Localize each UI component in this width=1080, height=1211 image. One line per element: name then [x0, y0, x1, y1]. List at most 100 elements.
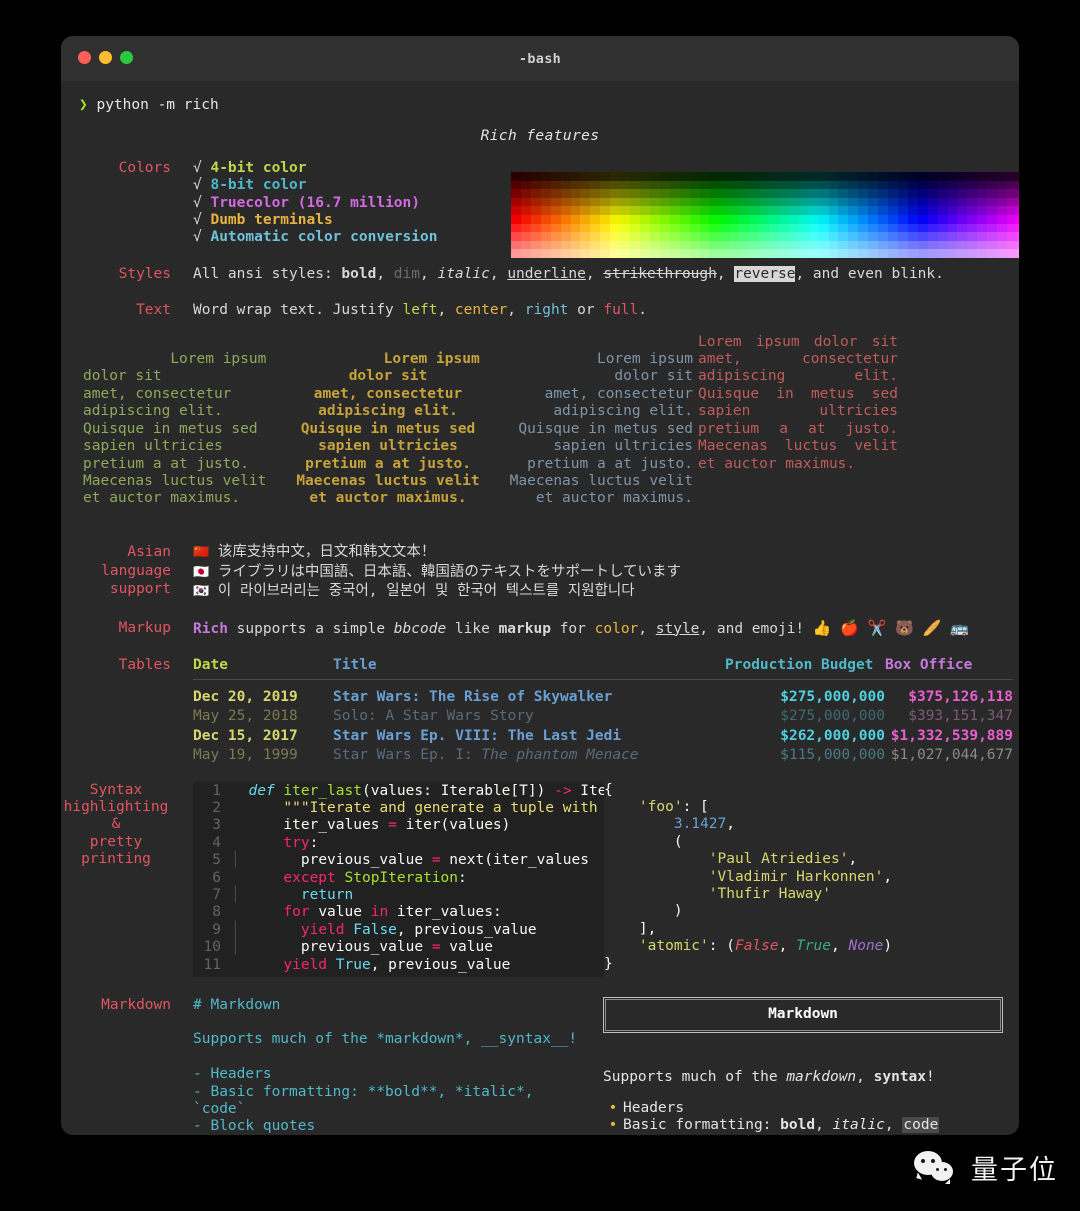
code-line: 8 for value in iter_values:	[193, 904, 604, 921]
code-line: 5 │ previous_value = next(iter_values	[193, 852, 604, 869]
styles-line: All ansi styles: bold, dim, italic, unde…	[193, 265, 944, 282]
section-label-colors: Colors	[118, 159, 171, 176]
markup-color-word: color	[594, 620, 639, 637]
line-number: 11	[203, 956, 221, 973]
code-text: previous_value = value	[300, 939, 493, 956]
styles-tail: , and even blink.	[795, 265, 944, 282]
lorem-column-left: Lorem ipsum dolor sit amet, consectetur ad…	[83, 351, 276, 507]
code-text: yield False, previous_value	[300, 921, 537, 938]
color-item-label: Truecolor (16.7 million)	[210, 194, 420, 211]
section-styles: Styles All ansi styles: bold, dim, itali…	[61, 265, 1019, 283]
code-text: except StopIteration:	[283, 869, 467, 886]
code-text: try:	[283, 834, 319, 851]
pretty-line: (	[604, 833, 683, 850]
lorem-line: Lorem ipsum dolor sit	[698, 333, 898, 350]
markdown-rendered: Markdown Supports much of the markdown, …	[603, 996, 1003, 1135]
cell-title: Solo: A Star Wars Story	[333, 708, 534, 725]
color-item-label: Automatic color conversion	[210, 229, 438, 246]
column-header-date[interactable]: Date	[193, 657, 333, 681]
code-text: def iter_last(values: Iterable[T]) -> It…	[248, 782, 604, 799]
flag-cn-icon: 🇨🇳	[193, 545, 210, 561]
maximize-button[interactable]	[120, 51, 133, 64]
lorem-line: Maecenas luctus velit	[698, 438, 898, 455]
section-label-asian: Asian language support	[101, 544, 171, 598]
rich-features-title: Rich features	[480, 128, 600, 145]
lorem-line: et auctor maximus.	[698, 455, 856, 472]
emoji-scissors-icon: ✂️	[867, 618, 887, 637]
emoji-bear-icon: 🐻	[895, 618, 914, 637]
lorem-line: amet, consectetur	[698, 351, 898, 368]
markup-line: Rich supports a simple bbcode like marku…	[193, 618, 969, 637]
watermark-text: 量子位	[971, 1155, 1058, 1186]
code-line: 9 │ yield False, previous_value	[193, 922, 604, 939]
code-line: 6 except StopIteration:	[193, 870, 604, 887]
gradient-row	[511, 223, 1019, 233]
justify-right: right	[524, 302, 569, 319]
section-syntax-highlighting: Syntax highlighting & pretty printing 1 …	[61, 781, 1019, 977]
gradient-row	[511, 180, 1019, 190]
gradient-row	[511, 214, 1019, 224]
traffic-lights	[78, 51, 133, 64]
code-block[interactable]: 1 def iter_last(values: Iterable[T]) -> …	[193, 781, 604, 977]
title-bar: -bash	[61, 36, 1019, 81]
text-line: Word wrap text. Justify left, center, ri…	[193, 302, 647, 319]
gradient-row	[511, 249, 1019, 258]
list-item: • Basic formatting: bold, italic, code	[603, 1117, 1003, 1134]
gradient-row	[511, 189, 1019, 198]
emoji-apple-icon: 🍎	[840, 618, 860, 637]
text-intro: Word wrap text. Justify	[193, 302, 403, 319]
line-number: 2	[212, 799, 221, 816]
column-header-production-budget[interactable]: Production Budget	[725, 657, 885, 681]
column-header-title[interactable]: Title	[333, 657, 725, 681]
pretty-line: }	[604, 955, 613, 972]
cell-title: Star Wars: The Rise of Skywalker	[333, 688, 613, 705]
bullet-icon: •	[608, 1117, 618, 1134]
close-button[interactable]	[78, 51, 91, 64]
cell-date: Dec 20, 2019	[193, 688, 298, 705]
line-number: 8	[212, 904, 221, 921]
bullet-icon: •	[608, 1099, 618, 1116]
asian-line-ja: 🇯🇵 ライブラリは中国語、日本語、韓国語のテキストをサポートしています	[193, 563, 682, 580]
cell-box-office: $393,151,347	[908, 708, 1013, 725]
gradient-row	[511, 206, 1019, 215]
lorem-column-right: Lorem ipsum dolor sit amet, consectetur ad…	[509, 351, 702, 507]
text-period: .	[638, 302, 647, 319]
cell-title: Star Wars Ep. I: The phantom Menace	[333, 747, 639, 764]
markup-rich: Rich	[193, 620, 228, 637]
line-number: 3	[212, 817, 221, 834]
flag-kr-icon: 🇰🇷	[193, 584, 210, 600]
section-label-tables: Tables	[118, 657, 171, 674]
cell-box-office: $1,027,044,677	[890, 747, 1013, 764]
section-markdown: Markdown # Markdown Supports much of the…	[61, 996, 1019, 1135]
cell-box-office: $375,126,118	[908, 688, 1013, 705]
section-label-syntax: Syntax highlighting & pretty printing	[63, 781, 169, 868]
prompt-line: ❯ python -m rich	[61, 89, 1019, 114]
style-strikethrough: strikethrough	[603, 265, 717, 282]
code-line: 10 │ previous_value = value	[193, 939, 604, 956]
lorem-line: sapien ultricies	[698, 403, 898, 420]
section-label-markup: Markup	[118, 619, 171, 636]
lorem-line: Quisque in metus sed	[698, 385, 898, 402]
minimize-button[interactable]	[99, 51, 112, 64]
gradient-row	[511, 197, 1019, 207]
markdown-italic: markdown	[786, 1068, 857, 1085]
table-row	[193, 680, 1013, 688]
watermark: 量子位	[914, 1148, 1058, 1187]
color-gradient-swatch	[511, 172, 1019, 258]
pretty-line: {	[604, 781, 613, 798]
code-line: 1 def iter_last(values: Iterable[T]) -> …	[193, 783, 604, 800]
color-item-label: 8-bit color	[210, 177, 307, 194]
justify-center: center	[454, 302, 508, 319]
md-code-word: code	[902, 1117, 940, 1134]
code-line: 7 │ return	[193, 887, 604, 904]
cell-budget: $275,000,000	[780, 688, 885, 705]
lorem-columns: Lorem ipsum dolor sit amet, consectetur ad…	[61, 334, 1019, 525]
asian-line-zh: 🇨🇳 该库支持中文，日文和韩文文本！	[193, 544, 436, 561]
prompt-command: python -m rich	[96, 97, 219, 113]
section-label-markdown: Markdown	[101, 996, 171, 1013]
column-header-box-office[interactable]: Box Office	[885, 657, 1013, 681]
cell-title: Star Wars Ep. VIII: The Last Jedi	[333, 727, 622, 744]
table-header-row: Date Title Production Budget Box Office	[193, 657, 1013, 681]
justify-left: left	[402, 302, 438, 319]
section-label-styles: Styles	[118, 265, 171, 282]
